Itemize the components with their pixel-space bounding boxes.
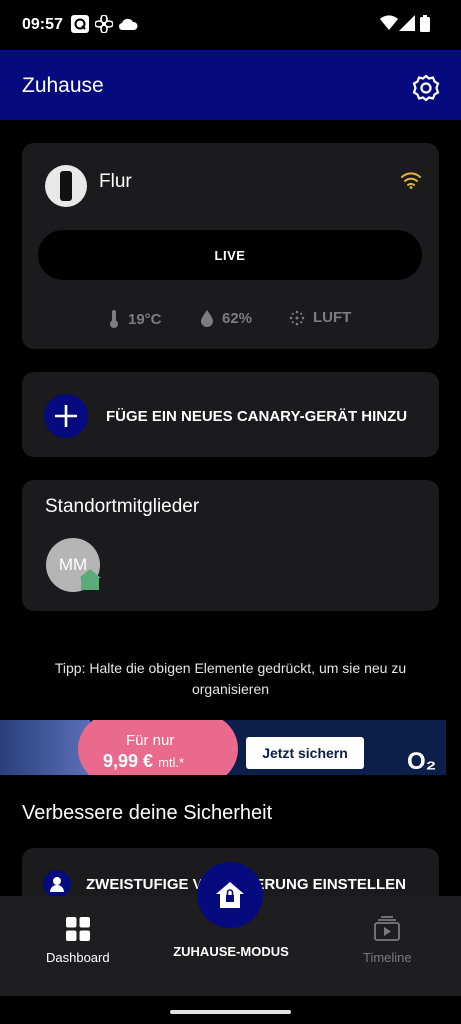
status-bar: 09:57 <box>0 0 461 50</box>
air-value: LUFT <box>313 309 352 326</box>
home-mode-button[interactable] <box>197 862 263 928</box>
cloud-icon <box>118 18 138 31</box>
q-app-icon <box>71 15 89 33</box>
camera-device-icon <box>45 165 87 207</box>
signal-icon <box>399 15 415 31</box>
ad-brand-logo: O₂ <box>407 748 437 775</box>
home-lock-icon <box>216 882 244 908</box>
wifi-signal-icon <box>401 172 421 189</box>
wifi-status-icon <box>380 15 398 30</box>
battery-icon <box>420 15 430 32</box>
app-bar: Zuhause <box>0 50 461 120</box>
add-device-card[interactable]: FÜGE EIN NEUES CANARY-GERÄT HINZU <box>22 372 439 457</box>
tip-text: Tipp: Halte die obigen Elemente gedrückt… <box>54 660 407 697</box>
security-section-title: Verbessere deine Sicherheit <box>22 802 273 824</box>
air-quality-icon <box>289 310 305 325</box>
nav-dashboard-label: Dashboard <box>46 950 110 965</box>
home-mode-label: ZUHAUSE-MODUS <box>173 944 289 959</box>
water-drop-icon <box>201 310 213 327</box>
nav-dashboard[interactable]: Dashboard <box>46 916 110 965</box>
device-name: Flur <box>99 171 132 192</box>
temperature-stat: 19°C <box>108 309 162 329</box>
home-icon <box>79 569 101 590</box>
temperature-value: 19°C <box>128 310 162 328</box>
ad-price: 9,99 € mtl.* <box>103 751 185 771</box>
ad-cta-button[interactable]: Jetzt sichern <box>246 737 364 769</box>
humidity-stat: 62% <box>200 309 252 327</box>
air-stat: LUFT <box>289 309 351 326</box>
ad-banner[interactable]: Für nur 9,99 € mtl.* <box>0 720 446 775</box>
device-card[interactable]: Flur LIVE 19°C 62% LUFT <box>22 143 439 349</box>
nav-timeline-label: Timeline <box>363 950 412 965</box>
humidity-value: 62% <box>222 309 253 327</box>
ad-pre-price: Für nur <box>126 732 175 749</box>
ad-image <box>0 720 90 775</box>
page-title: Zuhause <box>22 74 104 97</box>
thermometer-icon <box>110 310 118 328</box>
members-title: Standortmitglieder <box>45 496 200 517</box>
live-button[interactable]: LIVE <box>38 230 422 280</box>
status-time: 09:57 <box>22 16 63 33</box>
gear-icon[interactable] <box>408 70 444 106</box>
gesture-handle[interactable] <box>170 1010 291 1014</box>
user-shield-icon <box>43 870 71 898</box>
add-device-label: FÜGE EIN NEUES CANARY-GERÄT HINZU <box>106 408 408 425</box>
plus-icon <box>55 405 77 427</box>
fan-icon <box>95 15 113 33</box>
dashboard-icon <box>65 917 90 941</box>
add-device-button[interactable] <box>44 394 88 438</box>
timeline-icon <box>374 916 401 941</box>
members-card[interactable]: Standortmitglieder MM <box>22 480 439 611</box>
nav-timeline[interactable]: Timeline <box>363 916 412 965</box>
